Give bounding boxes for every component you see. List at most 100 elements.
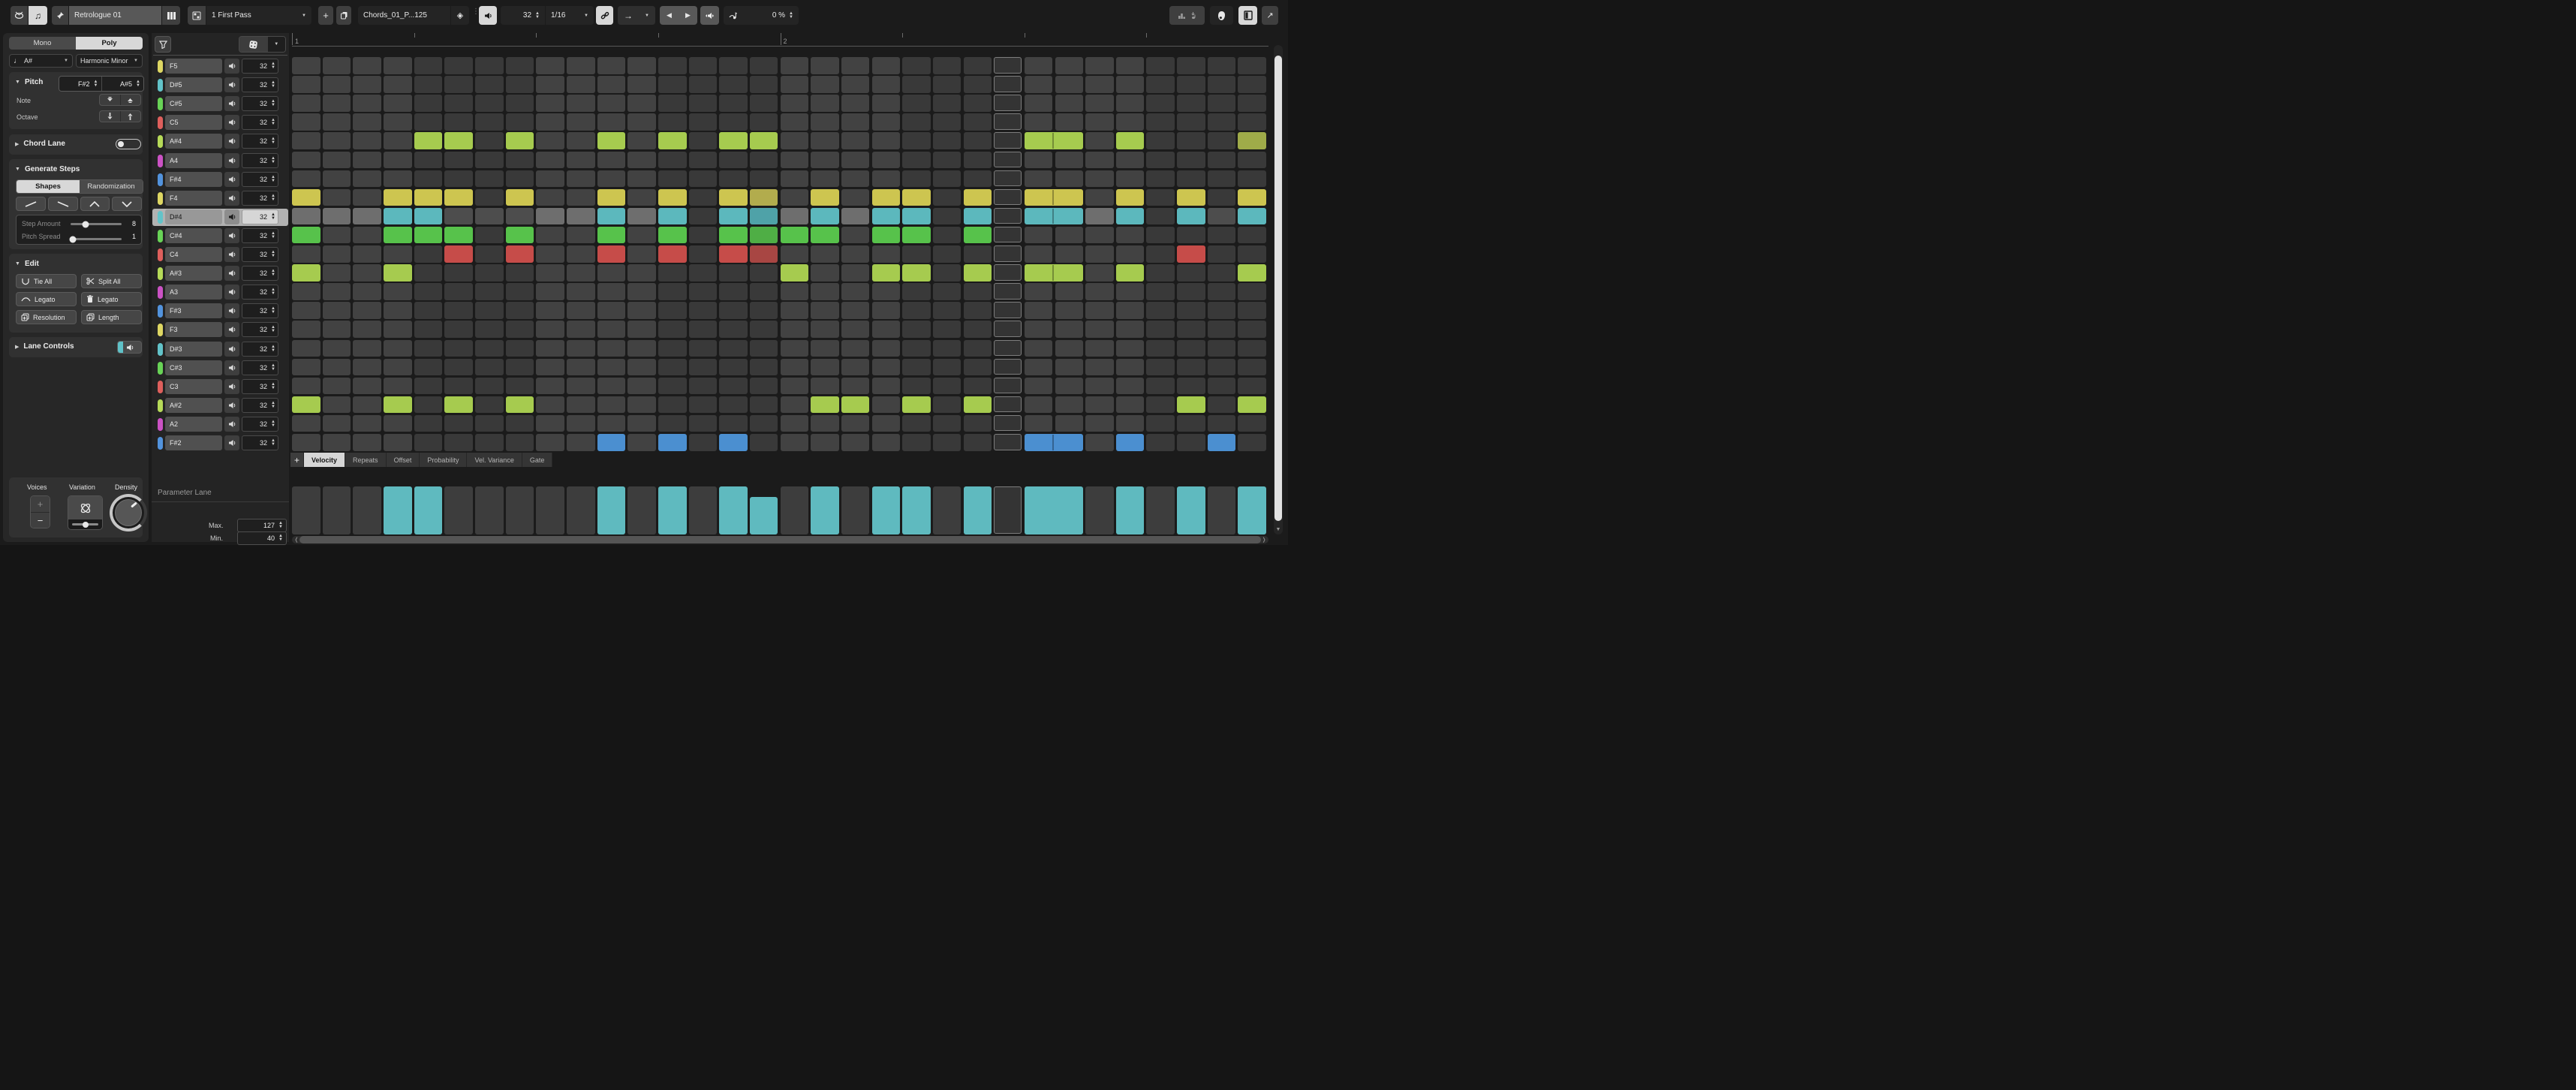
shapes-tab[interactable]: Shapes	[17, 180, 80, 193]
empty-step-cell[interactable]	[902, 57, 931, 74]
active-step-cell[interactable]	[902, 396, 931, 414]
empty-step-cell[interactable]	[627, 359, 656, 376]
empty-step-cell[interactable]	[1116, 245, 1145, 263]
empty-step-cell[interactable]	[964, 340, 992, 357]
active-step-cell[interactable]	[781, 264, 809, 282]
voices-plus-button[interactable]: +	[31, 496, 50, 513]
empty-step-cell[interactable]	[414, 415, 443, 432]
active-step-cell[interactable]	[1116, 189, 1145, 206]
empty-step-cell[interactable]	[1025, 321, 1053, 338]
empty-step-cell[interactable]	[475, 189, 504, 206]
empty-step-cell[interactable]	[292, 302, 320, 319]
empty-step-cell[interactable]	[627, 76, 656, 93]
empty-step-cell[interactable]	[841, 189, 870, 206]
empty-step-cell[interactable]	[353, 227, 381, 244]
legato-button[interactable]: Legato	[16, 292, 77, 306]
lane-step-count-stepper[interactable]: 32▲▼	[242, 115, 278, 130]
empty-step-cell[interactable]	[841, 132, 870, 149]
empty-step-cell[interactable]	[1116, 170, 1145, 188]
empty-step-cell[interactable]	[1025, 283, 1053, 300]
empty-step-cell[interactable]	[1238, 302, 1266, 319]
active-step-cell[interactable]	[1238, 189, 1266, 206]
empty-step-cell[interactable]	[841, 283, 870, 300]
empty-step-cell[interactable]	[872, 113, 901, 131]
empty-step-cell[interactable]	[414, 434, 443, 451]
empty-step-cell[interactable]	[750, 396, 778, 414]
empty-step-cell[interactable]	[323, 57, 351, 74]
empty-step-cell[interactable]	[1208, 378, 1236, 395]
tie-all-button[interactable]: Tie All	[16, 274, 77, 288]
empty-step-cell[interactable]	[902, 340, 931, 357]
empty-step-cell[interactable]	[689, 396, 718, 414]
empty-step-cell[interactable]	[292, 132, 320, 149]
playhead-step-cell[interactable]	[994, 321, 1022, 337]
empty-step-cell[interactable]	[811, 152, 839, 169]
empty-step-cell[interactable]	[506, 57, 534, 74]
lane-step-count-stepper[interactable]: 32▲▼	[242, 285, 278, 300]
empty-step-cell[interactable]	[353, 283, 381, 300]
empty-step-cell[interactable]	[781, 113, 809, 131]
empty-step-cell[interactable]	[536, 283, 564, 300]
empty-step-cell[interactable]	[1177, 359, 1205, 376]
empty-step-cell[interactable]	[597, 302, 626, 319]
empty-step-cell[interactable]	[719, 113, 748, 131]
velocity-empty-block[interactable]	[292, 486, 320, 534]
empty-step-cell[interactable]	[1238, 415, 1266, 432]
active-step-cell[interactable]	[658, 208, 687, 225]
empty-step-cell[interactable]	[1116, 76, 1145, 93]
empty-step-cell[interactable]	[811, 57, 839, 74]
empty-step-cell[interactable]	[1208, 152, 1236, 169]
empty-step-cell[interactable]	[353, 76, 381, 93]
empty-step-cell[interactable]	[719, 321, 748, 338]
empty-step-cell[interactable]	[384, 283, 412, 300]
empty-step-cell[interactable]	[444, 359, 473, 376]
empty-step-cell[interactable]	[292, 434, 320, 451]
lane-row-F#2[interactable]: F#232▲▼	[152, 435, 288, 452]
empty-step-cell[interactable]	[536, 170, 564, 188]
empty-step-cell[interactable]	[933, 170, 961, 188]
empty-step-cell[interactable]	[444, 57, 473, 74]
lane-row-C3[interactable]: C332▲▼	[152, 378, 288, 396]
empty-step-cell[interactable]	[933, 95, 961, 112]
empty-step-cell[interactable]	[353, 396, 381, 414]
empty-step-cell[interactable]	[353, 359, 381, 376]
empty-step-cell[interactable]	[658, 378, 687, 395]
empty-step-cell[interactable]	[964, 378, 992, 395]
empty-step-cell[interactable]	[627, 321, 656, 338]
empty-step-cell[interactable]	[1208, 340, 1236, 357]
empty-step-cell[interactable]	[444, 415, 473, 432]
empty-step-cell[interactable]	[1177, 302, 1205, 319]
empty-step-cell[interactable]	[536, 340, 564, 357]
scale-select[interactable]: Harmonic Minor ▼	[76, 54, 143, 68]
velocity-empty-block[interactable]	[1085, 486, 1114, 534]
lane-name[interactable]: A#3	[165, 266, 222, 281]
velocity-bar[interactable]	[1177, 486, 1205, 534]
empty-step-cell[interactable]	[933, 283, 961, 300]
empty-step-cell[interactable]	[1238, 340, 1266, 357]
empty-step-cell[interactable]	[689, 378, 718, 395]
empty-step-cell[interactable]	[719, 340, 748, 357]
velocity-bar[interactable]	[414, 486, 443, 534]
empty-step-cell[interactable]	[933, 113, 961, 131]
empty-step-cell[interactable]	[536, 227, 564, 244]
empty-step-cell[interactable]	[384, 132, 412, 149]
active-step-cell[interactable]	[536, 208, 564, 225]
empty-step-cell[interactable]	[353, 170, 381, 188]
pattern-select[interactable]: 1 First Pass ▼	[206, 6, 311, 25]
empty-step-cell[interactable]	[627, 396, 656, 414]
empty-step-cell[interactable]	[323, 113, 351, 131]
empty-step-cell[interactable]	[719, 283, 748, 300]
melodic-mode-button[interactable]: ♫	[29, 6, 47, 25]
pitch-header[interactable]: ▼ Pitch	[15, 78, 43, 86]
variation-slider[interactable]	[72, 523, 98, 525]
empty-step-cell[interactable]	[597, 95, 626, 112]
active-step-cell[interactable]	[658, 434, 687, 451]
active-step-cell[interactable]	[1116, 264, 1145, 282]
empty-step-cell[interactable]	[964, 76, 992, 93]
lane-name[interactable]: D#4	[165, 209, 222, 224]
empty-step-cell[interactable]	[933, 57, 961, 74]
lane-preview-button[interactable]	[224, 96, 239, 111]
empty-step-cell[interactable]	[536, 264, 564, 282]
playhead-step-cell[interactable]	[994, 434, 1022, 450]
velocity-bar[interactable]	[719, 486, 748, 534]
